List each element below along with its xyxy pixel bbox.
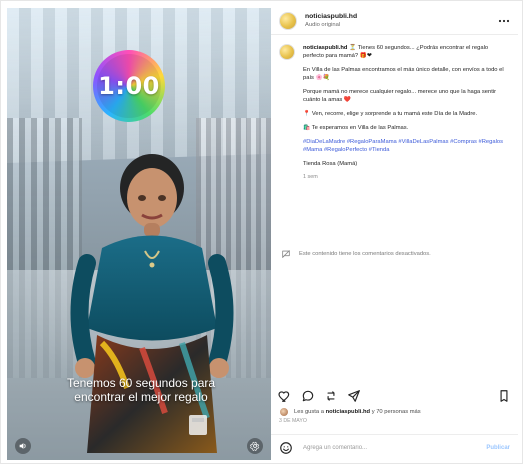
like-button[interactable] (278, 389, 292, 403)
action-icons (278, 389, 361, 403)
likes-prefix: Les gusta a (294, 409, 324, 415)
more-horizontal-icon (498, 19, 510, 23)
person-figure (70, 154, 234, 453)
caption-line-2: En Villa de las Palmas encontramos el má… (303, 67, 504, 81)
emoji-icon[interactable] (279, 441, 293, 455)
comments-disabled-text: Este contenido tiene los comentarios des… (299, 251, 431, 257)
caption-line-1: noticiaspubli.hd ⏳ Tienes 60 segundos...… (303, 44, 508, 60)
caption-body: noticiaspubli.hd ⏳ Tienes 60 segundos...… (303, 44, 508, 181)
repost-button[interactable] (324, 389, 338, 403)
post-date: 3 DE MAYO (279, 418, 307, 424)
caption-line-3: Porque mamá no merece cualquier regalo..… (303, 89, 497, 103)
heart-icon (278, 391, 290, 402)
post-actions: Les gusta a noticiaspubli.hd y 70 person… (271, 387, 518, 424)
caption-username[interactable]: noticiaspubli.hd (303, 45, 347, 51)
likes-suffix: y 70 personas más (371, 409, 421, 415)
caption-avatar[interactable] (279, 44, 295, 60)
post-age: 1 sem (303, 174, 318, 180)
comment-off-icon (282, 250, 290, 258)
post-comment-button[interactable]: Publicar (486, 445, 510, 451)
caption-line-4: 📍 Ven, recorre, elige y sorprende a tu m… (303, 111, 478, 117)
liker-avatar[interactable] (279, 407, 289, 417)
post-sidebar: noticiaspubli.hd Audio original noticias… (271, 8, 518, 460)
comment-button[interactable] (301, 389, 315, 403)
more-options-button[interactable] (498, 16, 510, 26)
caption-row: noticiaspubli.hd ⏳ Tienes 60 segundos...… (279, 44, 508, 181)
countdown-timer: 1:00 (93, 50, 165, 122)
comment-compose: Publicar (271, 434, 518, 460)
video-subtitle-line-2: encontrar el mejor regalo (74, 390, 208, 404)
comments-disabled-notice: Este contenido tiene los comentarios des… (281, 249, 431, 259)
comment-input[interactable] (301, 443, 479, 452)
share-button[interactable] (347, 389, 361, 403)
video-player[interactable]: 1:00 Tenemos 60 segundos para encontrar … (7, 8, 271, 460)
profile-avatar[interactable] (279, 12, 297, 30)
audio-label[interactable]: Audio original (305, 22, 357, 29)
video-subtitle-line-1: Tenemos 60 segundos para (66, 376, 216, 390)
countdown-timer-text: 1:00 (98, 72, 160, 100)
video-subtitle: Tenemos 60 segundos para encontrar el me… (61, 376, 221, 404)
likes-row: Les gusta a noticiaspubli.hd y 70 person… (279, 407, 421, 417)
bookmark-icon (500, 390, 508, 402)
caption-hashtags[interactable]: #DiaDeLaMadre #RegaloParaMama #VillaDeLa… (303, 138, 508, 154)
send-icon (348, 390, 360, 402)
save-button[interactable] (497, 389, 511, 403)
post-caption: noticiaspubli.hd ⏳ Tienes 60 segundos...… (271, 35, 518, 265)
sound-icon (19, 443, 26, 449)
video-settings-button[interactable] (247, 438, 263, 454)
username[interactable]: noticiaspubli.hd (305, 13, 357, 21)
repost-icon (327, 391, 335, 401)
caption-tagline[interactable]: Tienda Rosa (Mamá) (303, 160, 508, 168)
instagram-post-frame: 1:00 Tenemos 60 segundos para encontrar … (0, 0, 523, 464)
likes-user[interactable]: noticiaspubli.hd (326, 409, 370, 415)
gear-icon (250, 441, 260, 451)
comment-icon (302, 390, 314, 402)
likes-text[interactable]: Les gusta a noticiaspubli.hd y 70 person… (294, 409, 421, 415)
caption-line-5: 🛍️ Te esperamos en Villa de las Palmas. (303, 125, 409, 131)
video-sound-button[interactable] (15, 438, 31, 454)
user-meta: noticiaspubli.hd Audio original (305, 13, 357, 29)
post-header: noticiaspubli.hd Audio original (271, 8, 518, 34)
